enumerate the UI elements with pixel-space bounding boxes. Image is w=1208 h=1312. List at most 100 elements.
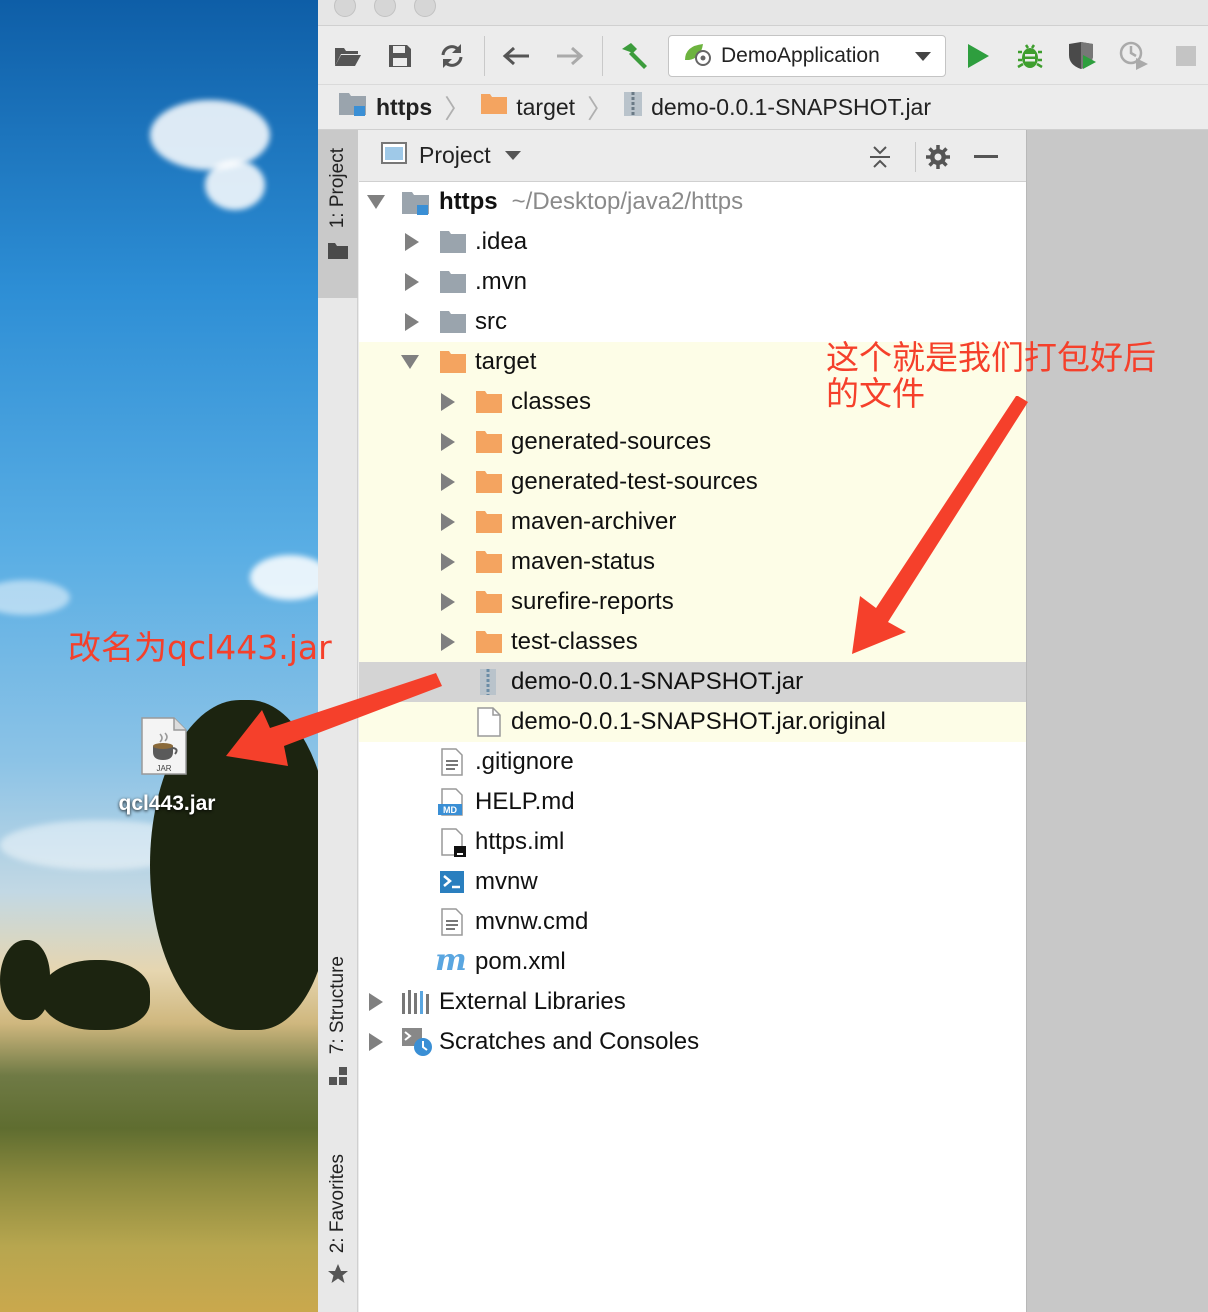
expand-arrow-icon[interactable] <box>369 1033 383 1051</box>
tree-item-demo-jar-original[interactable]: demo-0.0.1-SNAPSHOT.jar.original <box>359 702 1026 742</box>
folder-icon <box>327 242 349 265</box>
zoom-window-button[interactable] <box>414 0 436 17</box>
expand-arrow-icon[interactable] <box>441 593 455 611</box>
run-configuration-dropdown[interactable]: DemoApplication <box>668 35 946 77</box>
chevron-right-icon: 〉 <box>444 93 471 124</box>
archive-file-icon <box>479 668 497 703</box>
expand-arrow-icon[interactable] <box>367 195 385 209</box>
collapse-all-icon[interactable] <box>865 142 895 172</box>
project-view-selector[interactable]: Project <box>419 142 491 169</box>
tab-project[interactable]: 1: Project <box>318 130 358 298</box>
tree-item-generated-test-sources[interactable]: generated-test-sources <box>359 462 1026 502</box>
title-bar <box>318 0 1208 26</box>
chevron-right-icon: 〉 <box>587 93 614 124</box>
main-toolbar: DemoApplication <box>318 26 1208 84</box>
tree-item-pom-xml[interactable]: m pom.xml <box>359 942 1026 982</box>
open-folder-icon[interactable] <box>332 40 364 72</box>
jar-file-label[interactable]: qcl443.jar <box>92 792 242 816</box>
forward-arrow-icon[interactable] <box>554 40 586 72</box>
expand-arrow-icon[interactable] <box>401 355 419 369</box>
hide-panel-icon[interactable] <box>971 142 1001 172</box>
tree-item-external-libraries[interactable]: External Libraries <box>359 982 1026 1022</box>
cloud <box>150 100 270 170</box>
iml-file-icon <box>441 828 469 865</box>
run-configuration-name: DemoApplication <box>721 44 880 67</box>
tab-favorites[interactable]: 2: Favorites <box>318 1154 358 1312</box>
build-hammer-icon[interactable] <box>618 40 650 72</box>
run-icon[interactable] <box>962 40 994 72</box>
tree-item-idea[interactable]: .idea <box>359 222 1026 262</box>
tab-structure[interactable]: 7: Structure <box>318 956 358 1116</box>
svg-text:JAR: JAR <box>156 764 171 773</box>
tree-item-test-classes[interactable]: test-classes <box>359 622 1026 662</box>
breadcrumb: https 〉 target 〉 demo-0.0.1-SNAPSHOT.jar <box>318 84 1208 130</box>
minimize-window-button[interactable] <box>374 0 396 17</box>
gear-icon[interactable] <box>915 142 959 172</box>
expand-arrow-icon[interactable] <box>441 473 455 491</box>
breadcrumb-https[interactable]: https <box>338 91 432 123</box>
tree-item-help-md[interactable]: MD HELP.md <box>359 782 1026 822</box>
stop-icon[interactable] <box>1170 40 1202 72</box>
folder-icon <box>480 93 508 121</box>
tree-silhouette <box>0 940 50 1020</box>
folder-icon <box>475 630 503 661</box>
tree-item-mvn[interactable]: .mvn <box>359 262 1026 302</box>
file-icon <box>477 707 501 744</box>
structure-icon <box>328 1066 348 1091</box>
expand-arrow-icon[interactable] <box>405 313 419 331</box>
profiler-icon[interactable] <box>1118 40 1150 72</box>
tree-item-maven-archiver[interactable]: maven-archiver <box>359 502 1026 542</box>
spring-boot-icon <box>683 40 713 72</box>
chevron-down-icon[interactable] <box>504 151 521 160</box>
sync-icon[interactable] <box>436 40 468 72</box>
breadcrumb-jar[interactable]: demo-0.0.1-SNAPSHOT.jar <box>623 91 931 123</box>
save-icon[interactable] <box>384 40 416 72</box>
ide-window: DemoApplication https 〉 target 〉 demo-0.… <box>318 0 1208 1312</box>
folder-icon <box>475 470 503 501</box>
expand-arrow-icon[interactable] <box>405 273 419 291</box>
breadcrumb-target[interactable]: target <box>480 93 575 121</box>
expand-arrow-icon[interactable] <box>405 233 419 251</box>
debug-bug-icon[interactable] <box>1014 40 1046 72</box>
chevron-down-icon <box>915 52 931 61</box>
text-file-icon <box>441 908 463 943</box>
expand-arrow-icon[interactable] <box>369 993 383 1011</box>
expand-arrow-icon[interactable] <box>441 513 455 531</box>
tree-item-src[interactable]: src <box>359 302 1026 342</box>
back-arrow-icon[interactable] <box>500 40 532 72</box>
tree-item-surefire-reports[interactable]: surefire-reports <box>359 582 1026 622</box>
folder-icon <box>475 590 503 621</box>
tree-item-scratches-and-consoles[interactable]: Scratches and Consoles <box>359 1022 1026 1062</box>
expand-arrow-icon[interactable] <box>441 553 455 571</box>
maven-m-icon: m <box>435 943 469 981</box>
packaged-file-annotation: 这个就是我们打包好后 的文件 <box>826 338 1156 413</box>
module-folder-icon <box>338 91 368 123</box>
jar-file-icon[interactable]: JAR <box>138 716 190 778</box>
tree-silhouette <box>40 960 150 1030</box>
tree-item-generated-sources[interactable]: generated-sources <box>359 422 1026 462</box>
tree-item-https-iml[interactable]: https.iml <box>359 822 1026 862</box>
run-with-coverage-icon[interactable] <box>1066 40 1098 72</box>
tree-item-mvnw[interactable]: mvnw <box>359 862 1026 902</box>
cloud <box>0 580 70 615</box>
star-icon <box>327 1263 349 1290</box>
close-window-button[interactable] <box>334 0 356 17</box>
expand-arrow-icon[interactable] <box>441 433 455 451</box>
project-panel-header: Project <box>359 130 1026 182</box>
cloud <box>250 555 318 600</box>
tree-item-demo-jar[interactable]: demo-0.0.1-SNAPSHOT.jar <box>359 662 1026 702</box>
tree-item-maven-status[interactable]: maven-status <box>359 542 1026 582</box>
tree-item-https-root[interactable]: https ~/Desktop/java2/https <box>359 182 1026 222</box>
left-tool-stripe: 1: Project 7: Structure 2: Favorites <box>318 130 358 1312</box>
svg-text:MD: MD <box>443 805 457 815</box>
scratches-icon <box>401 1027 433 1064</box>
project-view-icon <box>381 141 407 170</box>
expand-arrow-icon[interactable] <box>441 633 455 651</box>
toolbar-separator <box>602 36 603 76</box>
tree-item-gitignore[interactable]: .gitignore <box>359 742 1026 782</box>
text-file-icon <box>441 748 463 783</box>
expand-arrow-icon[interactable] <box>441 393 455 411</box>
folder-icon <box>475 510 503 541</box>
tree-item-mvnw-cmd[interactable]: mvnw.cmd <box>359 902 1026 942</box>
svg-text:m: m <box>435 946 467 974</box>
